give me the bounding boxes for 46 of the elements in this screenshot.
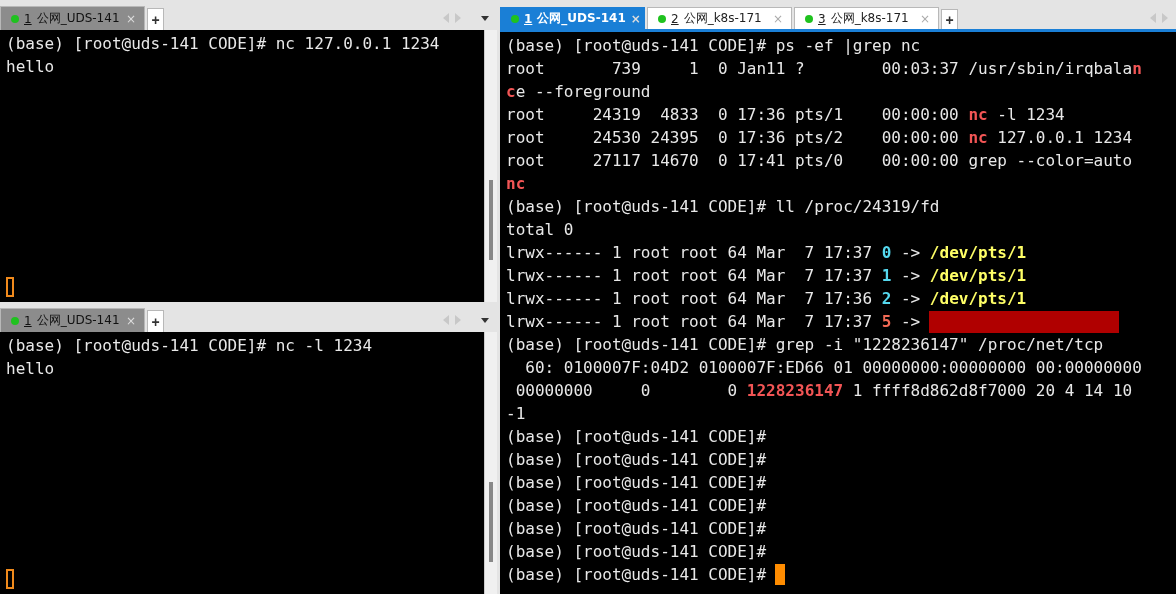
terminal-tab[interactable]: 1 公网_UDS-141 × [0, 6, 145, 30]
terminal-line: hello [6, 358, 55, 380]
terminal-line: nc [506, 173, 526, 195]
terminal-line: (base) [root@uds-141 CODE]# grep -i "1228236147" /proc/net/tcp [506, 334, 1104, 356]
terminal-line: (base) [root@uds-141 CODE]# nc 127.0.0.1 1234 [6, 33, 440, 55]
new-tab-button[interactable]: + [147, 310, 164, 332]
terminal-tab[interactable]: 1 公网_UDS-141 × [500, 7, 645, 29]
terminal-line: ce --foreground [506, 81, 651, 103]
terminal-line: (base) [root@uds-141 CODE]# [506, 449, 767, 471]
terminal-line: lrwx------ 1 root root 64 Mar 7 17:37 0 -> /dev/pts/1 [506, 242, 1027, 264]
terminal-line: lrwx------ 1 root root 64 Mar 7 17:37 1 -> /dev/pts/1 [506, 265, 1027, 287]
terminal-tab[interactable]: 1 公网_UDS-141 × [0, 308, 145, 332]
scroll-left-icon[interactable] [443, 13, 449, 23]
terminal-line: lrwx------ 1 root root 64 Mar 7 17:36 2 -> /dev/pts/1 [506, 288, 1027, 310]
terminal-line: root 739 1 0 Jan11 ? 00:03:37 /usr/sbin/irqbalan [506, 58, 1142, 80]
terminal-tab[interactable]: 3 公网_k8s-171 × [794, 7, 939, 29]
terminal-line: total 0 [506, 219, 574, 241]
terminal-line: (base) [root@uds-141 CODE]# [506, 495, 767, 517]
terminal-line: (base) [root@uds-141 CODE]# ll /proc/24319/fd [506, 196, 940, 218]
terminal-line: (base) [root@uds-141 CODE]# [506, 426, 767, 448]
terminal-line: 60: 0100007F:04D2 0100007F:ED66 01 00000000:00000000 00:00000000 [524, 357, 1142, 379]
terminal-line: (base) [root@uds-141 CODE]# [506, 518, 767, 540]
terminal-line: root 24319 4833 0 17:36 pts/1 00:00:00 nc -l 1234 [506, 104, 1065, 126]
scroll-right-icon[interactable] [455, 315, 461, 325]
new-tab-button[interactable]: + [147, 8, 164, 30]
scrollbar[interactable] [484, 332, 497, 594]
terminal-line: hello [6, 56, 55, 78]
terminal-line: 00000000 0 0 1228236147 1 ffff8d862d8f7000 20 4 14 10 [514, 380, 1133, 402]
dropdown-caret-icon[interactable] [481, 15, 489, 21]
scroll-right-icon[interactable] [1162, 13, 1168, 23]
terminal-line: (base) [root@uds-141 CODE]# [506, 472, 767, 494]
terminal-line: root 27117 14670 0 17:41 pts/0 00:00:00 grep --color=auto [506, 150, 1133, 172]
terminal-line: (base) [root@uds-141 CODE]# nc -l 1234 [6, 335, 373, 357]
terminal-line: (base) [root@uds-141 CODE]# [506, 541, 767, 563]
terminal-line: (base) [root@uds-141 CODE]# [506, 564, 767, 586]
terminal-line: lrwx------ 1 root root 64 Mar 7 17:37 5 -> [506, 311, 921, 333]
terminal-line: root 24530 24395 0 17:36 pts/2 00:00:00 nc 127.0.0.1 1234 [506, 127, 1133, 149]
scroll-right-icon[interactable] [455, 13, 461, 23]
new-tab-button[interactable]: + [941, 9, 958, 29]
dropdown-caret-icon[interactable] [481, 317, 489, 323]
terminal-tab[interactable]: 2 公网_k8s-171 × [647, 7, 792, 29]
terminal-line: -1 [506, 403, 526, 425]
terminal-line: (base) [root@uds-141 CODE]# ps -ef |grep nc [506, 35, 921, 57]
scrollbar[interactable] [484, 30, 497, 302]
scroll-left-icon[interactable] [1150, 13, 1156, 23]
scroll-left-icon[interactable] [443, 315, 449, 325]
